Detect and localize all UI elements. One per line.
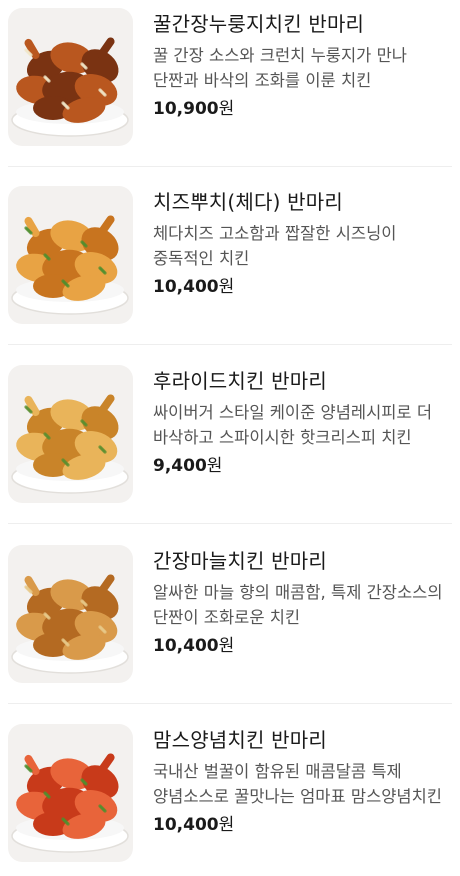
- menu-item-image[interactable]: [8, 724, 133, 862]
- chicken-icon: [11, 215, 129, 315]
- chicken-icon: [11, 574, 129, 674]
- price-amount: 9,400: [153, 456, 207, 476]
- menu-item-info: 후라이드치킨 반마리싸이버거 스타일 케이준 양념레시피로 더 바삭하고 스파이…: [153, 367, 453, 477]
- menu-item-name: 치즈뿌치(체다) 반마리: [153, 190, 343, 214]
- menu-item[interactable]: 후라이드치킨 반마리싸이버거 스타일 케이준 양념레시피로 더 바삭하고 스파이…: [0, 357, 460, 517]
- menu-item-info: 치즈뿌치(체다) 반마리체다치즈 고소함과 짭잘한 시즈닝이 중독적인 치킨 10…: [153, 188, 453, 298]
- menu-item-description: 꿀 간장 소스와 크런치 누룽지가 만나 단짠과 바삭의 조화를 이룬 치킨: [153, 46, 407, 90]
- menu-item-name: 맘스양념치킨 반마리: [153, 728, 327, 752]
- divider: [8, 703, 452, 704]
- menu-item-name: 간장마늘치킨 반마리: [153, 549, 327, 573]
- menu-item-info: 꿀간장누룽지치킨 반마리꿀 간장 소스와 크런치 누룽지가 만나 단짠과 바삭의…: [153, 10, 453, 120]
- menu-item-description: 알싸한 마늘 향의 매콤함, 특제 간장소스의 단짠이 조화로운 치킨: [153, 583, 443, 627]
- price-amount: 10,400: [153, 277, 219, 297]
- price-currency: 원: [218, 277, 235, 297]
- price-currency: 원: [218, 636, 235, 656]
- menu-item-description: 체다치즈 고소함과 짭잘한 시즈닝이 중독적인 치킨: [153, 224, 397, 268]
- price-currency: 원: [206, 456, 223, 476]
- menu-item-price: 9,400원: [153, 455, 453, 477]
- menu-item-info: 맘스양념치킨 반마리국내산 벌꿀이 함유된 매콤달콤 특제 양념소스로 꿀맛나는…: [153, 726, 453, 836]
- menu-item[interactable]: 맘스양념치킨 반마리국내산 벌꿀이 함유된 매콤달콤 특제 양념소스로 꿀맛나는…: [0, 716, 460, 876]
- menu-list: 꿀간장누룽지치킨 반마리꿀 간장 소스와 크런치 누룽지가 만나 단짠과 바삭의…: [0, 0, 460, 862]
- menu-item-image[interactable]: [8, 545, 133, 683]
- menu-item-image[interactable]: [8, 365, 133, 503]
- menu-item-image[interactable]: [8, 186, 133, 324]
- menu-item-info: 간장마늘치킨 반마리알싸한 마늘 향의 매콤함, 특제 간장소스의 단짠이 조화…: [153, 547, 453, 657]
- menu-item[interactable]: 간장마늘치킨 반마리알싸한 마늘 향의 매콤함, 특제 간장소스의 단짠이 조화…: [0, 537, 460, 697]
- menu-item-image[interactable]: [8, 8, 133, 146]
- divider: [8, 166, 452, 167]
- price-amount: 10,400: [153, 815, 219, 835]
- menu-item[interactable]: 치즈뿌치(체다) 반마리체다치즈 고소함과 짭잘한 시즈닝이 중독적인 치킨 10…: [0, 178, 460, 338]
- chicken-icon: [11, 753, 129, 853]
- menu-item[interactable]: 꿀간장누룽지치킨 반마리꿀 간장 소스와 크런치 누룽지가 만나 단짠과 바삭의…: [0, 0, 460, 160]
- chicken-icon: [11, 37, 129, 137]
- chicken-icon: [11, 394, 129, 494]
- price-currency: 원: [218, 99, 235, 119]
- divider: [8, 523, 452, 524]
- menu-item-name: 꿀간장누룽지치킨 반마리: [153, 12, 365, 36]
- price-currency: 원: [218, 815, 235, 835]
- price-amount: 10,400: [153, 636, 219, 656]
- menu-item-description: 싸이버거 스타일 케이준 양념레시피로 더 바삭하고 스파이시한 핫크리스피 치…: [153, 403, 433, 447]
- menu-item-description: 국내산 벌꿀이 함유된 매콤달콤 특제 양념소스로 꿀맛나는 엄마표 맘스양념치…: [153, 762, 442, 806]
- divider: [8, 344, 452, 345]
- menu-item-price: 10,900원: [153, 98, 453, 120]
- menu-item-name: 후라이드치킨 반마리: [153, 369, 327, 393]
- menu-item-price: 10,400원: [153, 635, 453, 657]
- menu-item-price: 10,400원: [153, 276, 453, 298]
- menu-item-price: 10,400원: [153, 814, 453, 836]
- price-amount: 10,900: [153, 99, 219, 119]
